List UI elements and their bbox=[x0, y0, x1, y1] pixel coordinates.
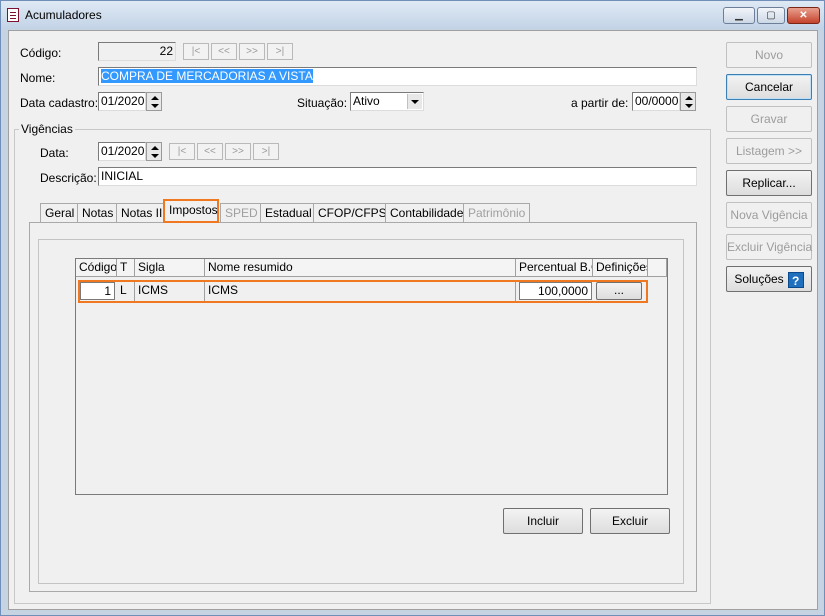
vigencia-navigator: |< << >> >| bbox=[169, 143, 281, 161]
maximize-button[interactable]: ▢ bbox=[757, 7, 785, 24]
first-record-button[interactable]: |< bbox=[183, 43, 209, 60]
record-navigator: |< << >> >| bbox=[183, 43, 295, 61]
tab-notas[interactable]: Notas bbox=[77, 203, 119, 223]
listagem-button[interactable]: Listagem >> bbox=[726, 138, 812, 164]
document-icon bbox=[7, 8, 19, 22]
gravar-button[interactable]: Gravar bbox=[726, 106, 812, 132]
nome-label: Nome: bbox=[20, 71, 56, 85]
help-icon: ? bbox=[787, 271, 804, 288]
codigo-field[interactable]: 22 bbox=[98, 42, 176, 61]
col-t-header[interactable]: T bbox=[117, 259, 135, 277]
descricao-field[interactable]: INICIAL bbox=[98, 167, 697, 186]
previous-vigencia-button[interactable]: << bbox=[197, 143, 223, 160]
codigo-label: Código: bbox=[20, 46, 62, 60]
col-nome-header[interactable]: Nome resumido bbox=[205, 259, 516, 277]
solucoes-button[interactable]: Soluções? bbox=[726, 266, 812, 292]
data-cadastro-label: Data cadastro: bbox=[20, 96, 99, 110]
vigencia-data-spinner[interactable] bbox=[146, 142, 162, 161]
tab-notas-ii[interactable]: Notas II bbox=[116, 203, 168, 223]
window-title: Acumuladores bbox=[25, 8, 102, 22]
vigencia-data-label: Data: bbox=[40, 146, 69, 160]
impostos-tab-panel: Código T Sigla Nome resumido Percentual … bbox=[29, 222, 697, 592]
nome-field[interactable]: COMPRA DE MERCADORIAS A VISTA bbox=[98, 67, 697, 86]
vigencia-data-field[interactable]: 01/2020 bbox=[98, 142, 146, 161]
descricao-label: Descrição: bbox=[40, 171, 97, 185]
col-sigla-header[interactable]: Sigla bbox=[135, 259, 205, 277]
situacao-label: Situação: bbox=[297, 96, 348, 110]
nova-vigencia-button[interactable]: Nova Vigência bbox=[726, 202, 812, 228]
col-definicoes-header[interactable]: Definições bbox=[593, 259, 648, 277]
tab-patrimonio[interactable]: Patrimônio bbox=[463, 203, 531, 223]
col-codigo-header[interactable]: Código bbox=[76, 259, 117, 277]
novo-button[interactable]: Novo bbox=[726, 42, 812, 68]
incluir-button[interactable]: Incluir bbox=[503, 508, 583, 534]
excluir-button[interactable]: Excluir bbox=[590, 508, 670, 534]
tab-geral[interactable]: Geral bbox=[40, 203, 80, 223]
cancelar-button[interactable]: Cancelar bbox=[726, 74, 812, 100]
solucoes-label: Soluções bbox=[734, 272, 784, 286]
replicar-button[interactable]: Replicar... bbox=[726, 170, 812, 196]
title-bar[interactable]: Acumuladores ▁ ▢ ✕ bbox=[1, 1, 824, 29]
tab-sped[interactable]: SPED bbox=[220, 203, 263, 223]
situacao-select[interactable]: Ativo bbox=[350, 92, 424, 111]
close-button[interactable]: ✕ bbox=[787, 7, 820, 24]
next-vigencia-button[interactable]: >> bbox=[225, 143, 251, 160]
a-partir-field[interactable]: 00/0000 bbox=[632, 92, 680, 111]
nome-value: COMPRA DE MERCADORIAS A VISTA bbox=[101, 69, 313, 83]
impostos-grid[interactable]: Código T Sigla Nome resumido Percentual … bbox=[75, 258, 668, 495]
col-spacer-header bbox=[648, 259, 667, 277]
data-cadastro-spinner[interactable] bbox=[146, 92, 162, 111]
last-record-button[interactable]: >| bbox=[267, 43, 293, 60]
tab-estadual[interactable]: Estadual bbox=[260, 203, 317, 223]
last-vigencia-button[interactable]: >| bbox=[253, 143, 279, 160]
situacao-value: Ativo bbox=[353, 94, 380, 108]
minimize-button[interactable]: ▁ bbox=[723, 7, 755, 24]
tab-impostos[interactable]: Impostos bbox=[163, 199, 219, 223]
vigencias-title: Vigências bbox=[19, 122, 75, 136]
acumuladores-window: Acumuladores ▁ ▢ ✕ Código: 22 |< << >> >… bbox=[0, 0, 825, 616]
row-highlight-frame bbox=[78, 280, 648, 303]
excluir-vigencia-button[interactable]: Excluir Vigência bbox=[726, 234, 812, 260]
next-record-button[interactable]: >> bbox=[239, 43, 265, 60]
tab-contabilidade[interactable]: Contabilidade bbox=[385, 203, 469, 223]
tab-cfop-cfps[interactable]: CFOP/CFPS bbox=[313, 203, 392, 223]
a-partir-spinner[interactable] bbox=[680, 92, 696, 111]
data-cadastro-field[interactable]: 01/2020 bbox=[98, 92, 146, 111]
chevron-down-icon[interactable] bbox=[407, 94, 422, 109]
col-percentual-header[interactable]: Percentual B.C. bbox=[516, 259, 593, 277]
first-vigencia-button[interactable]: |< bbox=[169, 143, 195, 160]
impostos-inner-panel: Código T Sigla Nome resumido Percentual … bbox=[38, 239, 684, 584]
client-area: Código: 22 |< << >> >| Nome: COMPRA DE M… bbox=[8, 30, 818, 610]
previous-record-button[interactable]: << bbox=[211, 43, 237, 60]
a-partir-label: a partir de: bbox=[571, 96, 629, 110]
